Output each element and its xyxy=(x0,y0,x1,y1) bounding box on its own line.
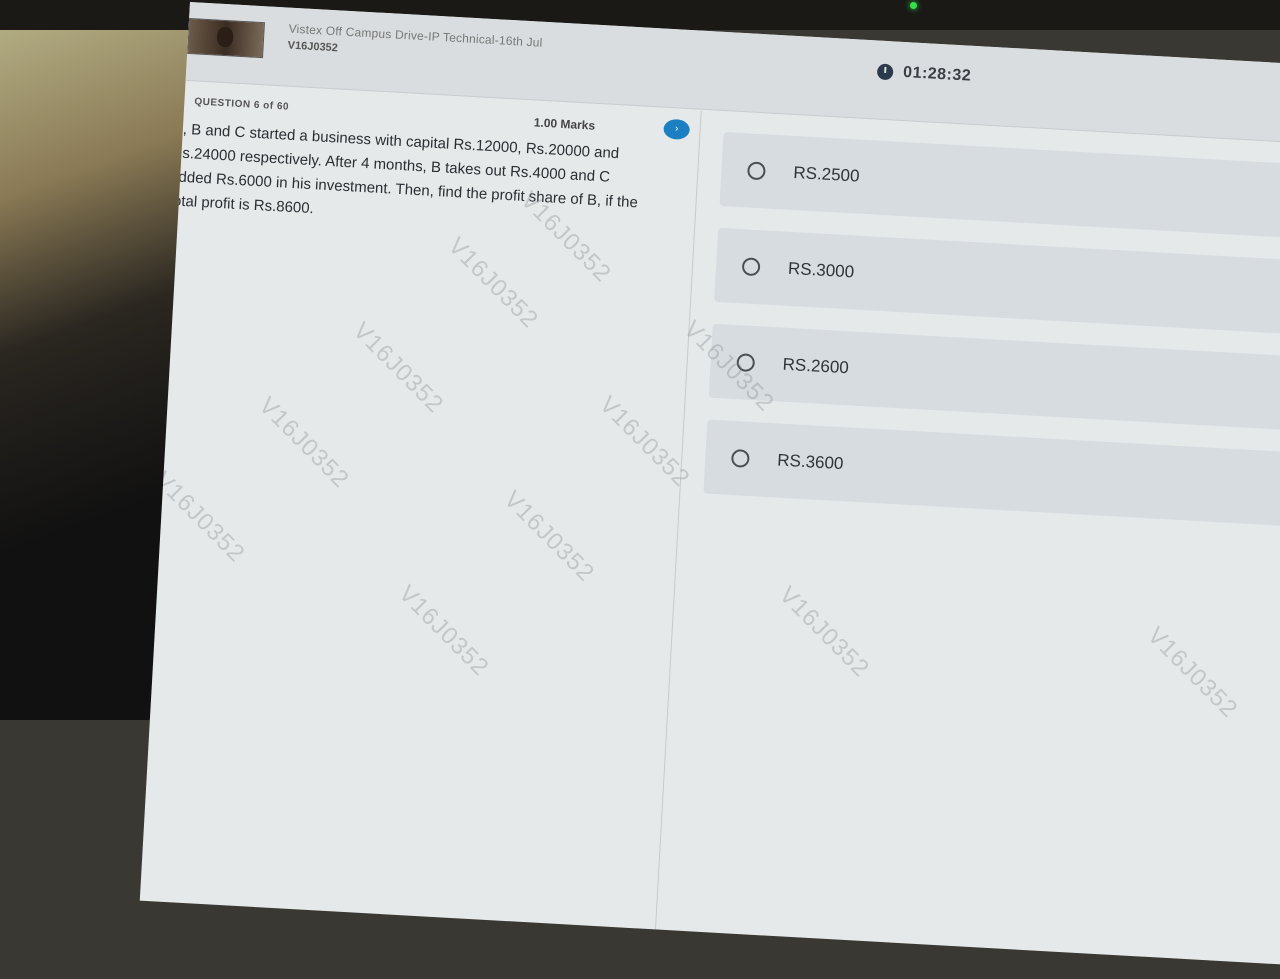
question-text: A, B and C started a business with capit… xyxy=(168,120,639,218)
watermark: V16J0352 xyxy=(773,581,875,683)
answer-option-1[interactable]: RS.2500 xyxy=(719,131,1280,249)
candidate-id: V16J0352 xyxy=(287,39,339,55)
countdown-timer: 01:28:32 xyxy=(876,62,972,85)
chevron-right-icon[interactable]: › xyxy=(663,118,691,141)
exam-screen: Vistex Off Campus Drive-IP Technical-16t… xyxy=(139,2,1280,979)
question-marks: 1.00 Marks xyxy=(533,115,596,133)
question-number: QUESTION 6 of 60 xyxy=(194,96,290,113)
answer-option-2[interactable]: RS.3000 xyxy=(714,227,1280,345)
radio-button[interactable] xyxy=(741,257,761,277)
answer-option-4[interactable]: RS.3600 xyxy=(703,419,1280,536)
radio-button[interactable] xyxy=(730,448,750,468)
option-label: RS.2500 xyxy=(792,162,861,186)
answer-option-3[interactable]: RS.2600 xyxy=(708,323,1280,440)
webcam-indicator-light xyxy=(910,2,917,9)
option-label: RS.2600 xyxy=(782,354,850,378)
candidate-webcam-thumbnail xyxy=(187,17,265,59)
timer-value: 01:28:32 xyxy=(902,63,972,85)
watermark: V16J0352 xyxy=(1142,621,1243,724)
clock-icon xyxy=(876,63,894,81)
question-pane: QUESTION 6 of 60 1.00 Marks › A, B and C… xyxy=(140,82,705,930)
option-label: RS.3000 xyxy=(787,258,855,282)
answer-options: RS.2500 RS.3000 RS.2600 RS.3600 xyxy=(702,131,1280,558)
radio-button[interactable] xyxy=(746,161,766,181)
option-label: RS.3600 xyxy=(776,450,844,474)
